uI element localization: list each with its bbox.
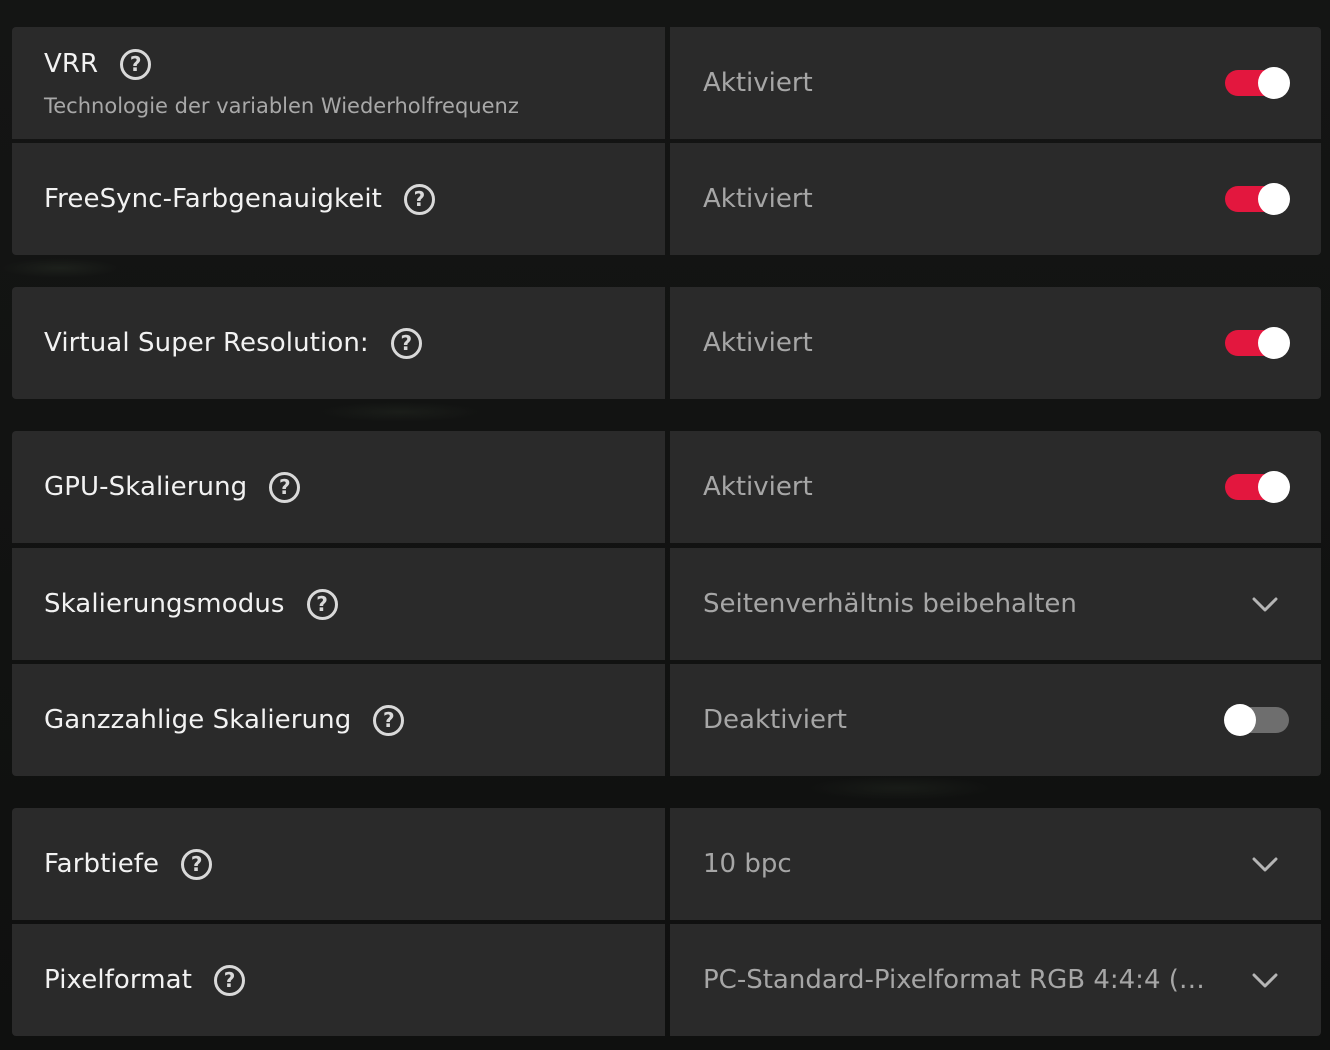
setting-value: Aktiviert bbox=[703, 328, 813, 358]
setting-row-scaling-mode: Skalierungsmodus ? Seitenverhältnis beib… bbox=[12, 548, 1321, 660]
setting-row-pixel-format: Pixelformat ? PC-Standard-Pixelformat RG… bbox=[12, 924, 1321, 1036]
vrr-toggle[interactable] bbox=[1225, 67, 1290, 99]
setting-label-cell: VRR ? Technologie der variablen Wiederho… bbox=[12, 27, 665, 139]
help-icon[interactable]: ? bbox=[269, 471, 301, 503]
setting-row-vsr: Virtual Super Resolution: ? Aktiviert bbox=[12, 287, 1321, 399]
setting-label: Ganzzahlige Skalierung bbox=[44, 705, 352, 735]
toggle-knob bbox=[1224, 704, 1256, 736]
help-icon[interactable]: ? bbox=[373, 704, 405, 736]
setting-label-cell: Virtual Super Resolution: ? bbox=[12, 287, 665, 399]
setting-row-gpu-scaling: GPU-Skalierung ? Aktiviert bbox=[12, 431, 1321, 543]
color-depth-dropdown[interactable]: 10 bpc bbox=[670, 808, 1321, 920]
pixel-format-dropdown[interactable]: PC-Standard-Pixelformat RGB 4:4:4 (vol..… bbox=[670, 924, 1321, 1036]
chevron-down-icon bbox=[1252, 857, 1278, 872]
setting-value: 10 bpc bbox=[703, 849, 792, 879]
setting-label: FreeSync-Farbgenauigkeit bbox=[44, 184, 382, 214]
help-icon[interactable]: ? bbox=[181, 848, 213, 880]
chevron-down-icon bbox=[1252, 597, 1278, 612]
setting-label-cell: Farbtiefe ? bbox=[12, 808, 665, 920]
setting-value: Aktiviert bbox=[703, 472, 813, 502]
setting-label: Pixelformat bbox=[44, 965, 192, 995]
setting-value: Seitenverhältnis beibehalten bbox=[703, 589, 1077, 619]
setting-label: VRR bbox=[44, 49, 99, 79]
setting-value-cell[interactable]: Aktiviert bbox=[670, 431, 1321, 543]
setting-label-cell: Skalierungsmodus ? bbox=[12, 548, 665, 660]
setting-row-vrr: VRR ? Technologie der variablen Wiederho… bbox=[12, 27, 1321, 139]
setting-value: Deaktiviert bbox=[703, 705, 847, 735]
setting-label: Skalierungsmodus bbox=[44, 589, 285, 619]
toggle-knob bbox=[1258, 327, 1290, 359]
integer-scaling-toggle[interactable] bbox=[1224, 704, 1289, 736]
setting-label: GPU-Skalierung bbox=[44, 472, 248, 502]
help-icon[interactable]: ? bbox=[120, 48, 152, 80]
setting-label-cell: FreeSync-Farbgenauigkeit ? bbox=[12, 143, 665, 255]
setting-row-freesync-color: FreeSync-Farbgenauigkeit ? Aktiviert bbox=[12, 143, 1321, 255]
help-icon[interactable]: ? bbox=[403, 183, 435, 215]
toggle-knob bbox=[1258, 471, 1290, 503]
setting-value-cell[interactable]: Aktiviert bbox=[670, 27, 1321, 139]
vsr-toggle[interactable] bbox=[1225, 327, 1290, 359]
help-icon[interactable]: ? bbox=[390, 327, 422, 359]
help-icon[interactable]: ? bbox=[306, 588, 338, 620]
setting-value-cell[interactable]: Aktiviert bbox=[670, 287, 1321, 399]
setting-label-cell: Ganzzahlige Skalierung ? bbox=[12, 664, 665, 776]
chevron-down-icon bbox=[1252, 973, 1278, 988]
toggle-knob bbox=[1258, 183, 1290, 215]
setting-label: Farbtiefe bbox=[44, 849, 160, 879]
setting-value-cell[interactable]: Aktiviert bbox=[670, 143, 1321, 255]
setting-value: Aktiviert bbox=[703, 68, 813, 98]
toggle-knob bbox=[1258, 67, 1290, 99]
scaling-mode-dropdown[interactable]: Seitenverhältnis beibehalten bbox=[670, 548, 1321, 660]
setting-value: Aktiviert bbox=[703, 184, 813, 214]
setting-label-cell: GPU-Skalierung ? bbox=[12, 431, 665, 543]
setting-row-integer-scaling: Ganzzahlige Skalierung ? Deaktiviert bbox=[12, 664, 1321, 776]
setting-row-color-depth: Farbtiefe ? 10 bpc bbox=[12, 808, 1321, 920]
setting-label: Virtual Super Resolution: bbox=[44, 328, 369, 358]
setting-label-cell: Pixelformat ? bbox=[12, 924, 665, 1036]
help-icon[interactable]: ? bbox=[214, 964, 245, 996]
setting-sublabel: Technologie der variablen Wiederholfrequ… bbox=[44, 93, 519, 118]
setting-value-cell[interactable]: Deaktiviert bbox=[670, 664, 1321, 776]
setting-value: PC-Standard-Pixelformat RGB 4:4:4 (vol..… bbox=[703, 965, 1213, 995]
gpu-scaling-toggle[interactable] bbox=[1225, 471, 1290, 503]
freesync-color-toggle[interactable] bbox=[1225, 183, 1290, 215]
